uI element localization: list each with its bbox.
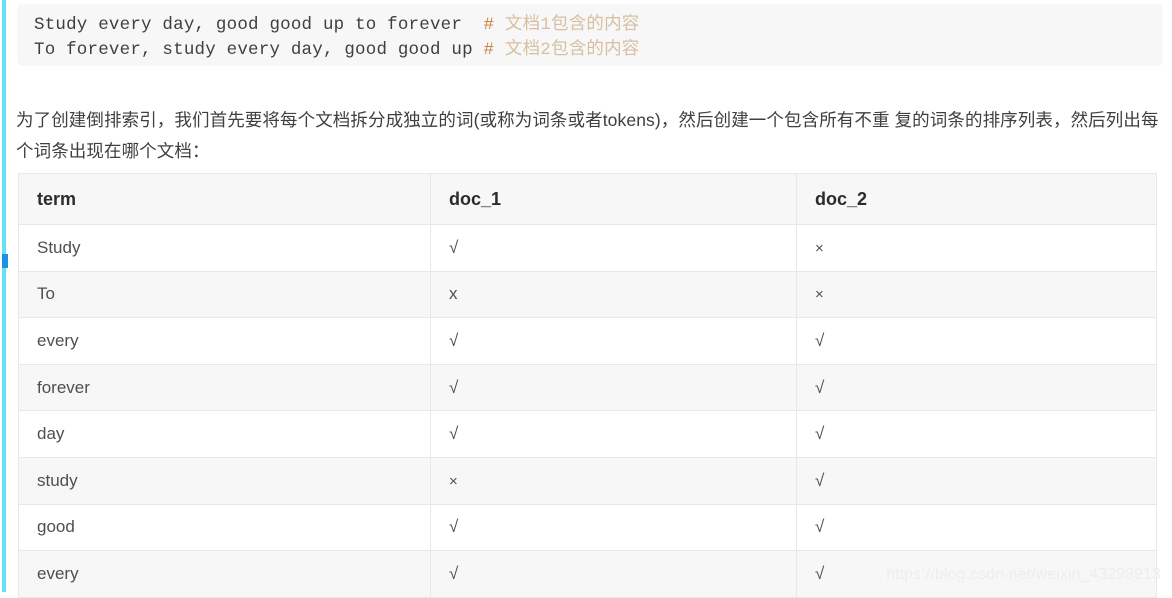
- check-icon: √: [815, 563, 825, 583]
- table-cell-doc1: √: [430, 363, 797, 412]
- comment-text-2: 文档2包含的内容: [504, 40, 640, 60]
- table-header: term doc_1 doc_2: [18, 173, 1157, 225]
- table-header-doc2: doc_2: [796, 173, 1157, 225]
- table-cell-doc2: √: [796, 363, 1157, 412]
- table-cell-doc2: √: [796, 456, 1157, 505]
- table-cell-term: good: [18, 503, 431, 552]
- table-row: good √ √: [18, 503, 1157, 552]
- table-cell-term: every: [18, 550, 431, 598]
- inverted-index-table: term doc_1 doc_2 Study √ × To x × every √ √ forev…: [18, 173, 1157, 598]
- check-icon: √: [449, 330, 459, 350]
- check-icon: √: [815, 470, 825, 490]
- table-row: every √ √: [18, 317, 1157, 365]
- table-cell-doc2: √: [796, 410, 1157, 458]
- table-cell-doc1: √: [430, 550, 797, 598]
- code-block: Study every day, good good up to forever…: [17, 4, 1163, 66]
- table-row: every √ √: [18, 550, 1157, 598]
- table-cell-term: every: [18, 317, 431, 365]
- table-body: Study √ × To x × every √ √ forever √ √ day √ √ study × √ g…: [18, 224, 1157, 598]
- code-line-1-text: Study every day, good good up to forever: [34, 15, 484, 35]
- table-cell-doc1: √: [430, 410, 797, 458]
- cross-icon: x: [449, 284, 458, 304]
- table-cell-doc2: √: [796, 317, 1157, 365]
- code-line-2-text: To forever, study every day, good good u…: [34, 40, 484, 60]
- page-scroll-thumb[interactable]: [2, 254, 8, 268]
- check-icon: √: [449, 517, 459, 537]
- check-icon: √: [815, 517, 825, 537]
- table-cell-doc2: √: [796, 550, 1157, 598]
- check-icon: √: [815, 330, 825, 350]
- comment-hash-1: #: [483, 15, 505, 35]
- table-cell-doc2: ×: [796, 270, 1157, 319]
- table-row: forever √ √: [18, 363, 1157, 412]
- table-cell-doc1: ×: [430, 456, 797, 505]
- cross-icon: ×: [815, 286, 824, 304]
- code-line-1-comment: # 文档1包含的内容: [483, 15, 639, 35]
- check-icon: √: [815, 377, 825, 397]
- table-header-term: term: [18, 173, 431, 225]
- check-icon: √: [449, 237, 459, 257]
- code-line-1: Study every day, good good up to forever…: [34, 13, 1163, 38]
- table-cell-doc1: √: [430, 503, 797, 552]
- comment-hash-2: #: [483, 40, 505, 60]
- table-cell-term: To: [18, 270, 431, 319]
- code-line-2: To forever, study every day, good good u…: [34, 38, 1163, 63]
- comment-text-1: 文档1包含的内容: [504, 15, 640, 35]
- table-cell-doc2: √: [796, 503, 1157, 552]
- table-cell-doc1: √: [430, 224, 797, 272]
- table-header-row: term doc_1 doc_2: [18, 173, 1157, 225]
- check-icon: √: [449, 563, 459, 583]
- check-icon: √: [449, 424, 459, 444]
- table-row: Study √ ×: [18, 224, 1157, 272]
- table-cell-doc1: x: [430, 270, 797, 319]
- table-row: To x ×: [18, 270, 1157, 319]
- code-line-2-comment: # 文档2包含的内容: [483, 40, 639, 60]
- table-cell-term: day: [18, 410, 431, 458]
- table-cell-term: study: [18, 456, 431, 505]
- cross-icon: ×: [449, 472, 458, 490]
- table-cell-term: forever: [18, 363, 431, 412]
- cross-icon: ×: [815, 239, 824, 257]
- table-cell-doc1: √: [430, 317, 797, 365]
- intro-paragraph: 为了创建倒排索引，我们首先要将每个文档拆分成独立的词(或称为词条或者tokens…: [16, 109, 1159, 161]
- table-cell-doc2: ×: [796, 224, 1157, 272]
- check-icon: √: [449, 377, 459, 397]
- table-row: study × √: [18, 456, 1157, 505]
- page-left-rail: [2, 0, 8, 592]
- table-header-doc1: doc_1: [430, 173, 797, 225]
- check-icon: √: [815, 424, 825, 444]
- table-cell-term: Study: [18, 224, 431, 272]
- table-row: day √ √: [18, 410, 1157, 458]
